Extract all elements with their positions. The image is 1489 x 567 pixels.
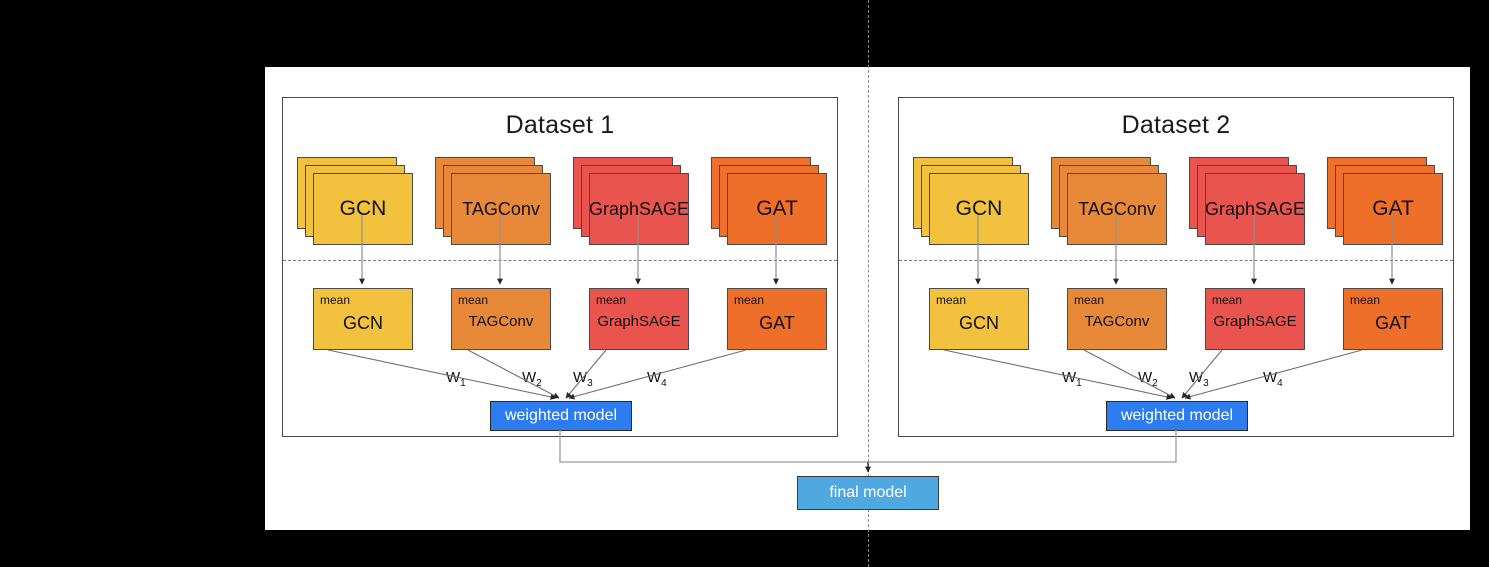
dataset-2-title: Dataset 2 — [1121, 111, 1231, 139]
mean-tag: mean — [596, 293, 627, 307]
model-label: GAT — [1372, 197, 1414, 220]
model-stack-gcn[interactable]: GCN — [913, 157, 1029, 245]
stack-card-front[interactable]: TAGConv — [451, 173, 551, 245]
weight-subscript: 2 — [1152, 378, 1158, 389]
model-label: GCN — [339, 197, 387, 220]
stack-card-front[interactable]: GAT — [727, 173, 827, 245]
weight-label-4: W4 — [647, 369, 667, 389]
mean-model-label: GraphSAGE — [1213, 313, 1297, 330]
mean-model-label: TAGConv — [1084, 313, 1150, 330]
stack-card-front[interactable]: GAT — [1343, 173, 1443, 245]
weight-label-4: W4 — [1263, 369, 1283, 389]
mean-model-label: TAGConv — [468, 313, 534, 330]
weight-subscript: 3 — [587, 378, 593, 389]
model-label: GraphSAGE — [1204, 198, 1306, 219]
model-label: GraphSAGE — [588, 198, 690, 219]
weight-label-1: W1 — [1062, 369, 1082, 389]
dataset-1-title: Dataset 1 — [505, 111, 615, 139]
model-stack-graphsage[interactable]: GraphSAGE — [573, 157, 689, 245]
weight-label-3: W3 — [573, 369, 593, 389]
weight-symbol: W — [573, 369, 588, 386]
weight-symbol: W — [647, 369, 662, 386]
dataset-2-panel: Dataset 2 GCN TAGConv GraphSAGE GAT mean… — [898, 97, 1454, 437]
dataset-2-horizontal-dashed-divider — [899, 260, 1453, 261]
mean-tag: mean — [1350, 293, 1381, 307]
weight-symbol: W — [446, 369, 461, 386]
weighted-model-box-dataset-1[interactable]: weighted model — [490, 401, 632, 431]
mean-tag: mean — [1074, 293, 1105, 307]
mean-tag: mean — [936, 293, 967, 307]
stack-card-front[interactable]: GCN — [929, 173, 1029, 245]
mean-tag: mean — [458, 293, 489, 307]
model-stack-gcn[interactable]: GCN — [297, 157, 413, 245]
weight-symbol: W — [1138, 369, 1153, 386]
dataset-1-horizontal-dashed-divider — [283, 260, 837, 261]
stack-card-front[interactable]: GraphSAGE — [1205, 173, 1305, 245]
mean-tag: mean — [734, 293, 765, 307]
mean-tag: mean — [1212, 293, 1243, 307]
weight-subscript: 4 — [661, 378, 667, 389]
dataset-1-panel: Dataset 1 GCN TAGConv GraphSAGE GAT mean… — [282, 97, 838, 437]
weight-symbol: W — [1062, 369, 1077, 386]
model-stack-tagconv[interactable]: TAGConv — [1051, 157, 1167, 245]
mean-model-label: GraphSAGE — [597, 313, 681, 330]
mean-model-label: GAT — [759, 313, 795, 333]
stack-card-front[interactable]: TAGConv — [1067, 173, 1167, 245]
model-stack-gat[interactable]: GAT — [711, 157, 827, 245]
mean-box-graphsage[interactable]: mean GraphSAGE — [589, 288, 689, 350]
weighted-model-box-dataset-2[interactable]: weighted model — [1106, 401, 1248, 431]
mean-box-gat[interactable]: mean GAT — [727, 288, 827, 350]
weight-subscript: 1 — [1076, 378, 1082, 389]
model-label: GCN — [955, 197, 1003, 220]
weight-subscript: 3 — [1203, 378, 1209, 389]
weight-label-2: W2 — [522, 369, 542, 389]
weight-symbol: W — [1189, 369, 1204, 386]
weight-subscript: 4 — [1277, 378, 1283, 389]
mean-model-label: GCN — [959, 313, 999, 333]
model-label: GAT — [756, 197, 798, 220]
model-stack-gat[interactable]: GAT — [1327, 157, 1443, 245]
weight-symbol: W — [1263, 369, 1278, 386]
mean-model-label: GAT — [1375, 313, 1411, 333]
weight-label-1: W1 — [446, 369, 466, 389]
model-label: TAGConv — [1078, 198, 1156, 219]
weight-label-2: W2 — [1138, 369, 1158, 389]
stack-card-front[interactable]: GCN — [313, 173, 413, 245]
weight-subscript: 1 — [460, 378, 466, 389]
mean-box-gcn[interactable]: mean GCN — [929, 288, 1029, 350]
mean-tag: mean — [320, 293, 351, 307]
mean-box-graphsage[interactable]: mean GraphSAGE — [1205, 288, 1305, 350]
weight-subscript: 2 — [536, 378, 542, 389]
model-stack-graphsage[interactable]: GraphSAGE — [1189, 157, 1305, 245]
mean-box-gcn[interactable]: mean GCN — [313, 288, 413, 350]
mean-box-tagconv[interactable]: mean TAGConv — [451, 288, 551, 350]
model-stack-tagconv[interactable]: TAGConv — [435, 157, 551, 245]
mean-model-label: GCN — [343, 313, 383, 333]
stack-card-front[interactable]: GraphSAGE — [589, 173, 689, 245]
diagram-canvas: Dataset 1 GCN TAGConv GraphSAGE GAT mean… — [265, 0, 1470, 567]
mean-box-gat[interactable]: mean GAT — [1343, 288, 1443, 350]
final-model-box[interactable]: final model — [797, 476, 939, 510]
mean-box-tagconv[interactable]: mean TAGConv — [1067, 288, 1167, 350]
model-label: TAGConv — [462, 198, 540, 219]
weight-symbol: W — [522, 369, 537, 386]
weight-label-3: W3 — [1189, 369, 1209, 389]
